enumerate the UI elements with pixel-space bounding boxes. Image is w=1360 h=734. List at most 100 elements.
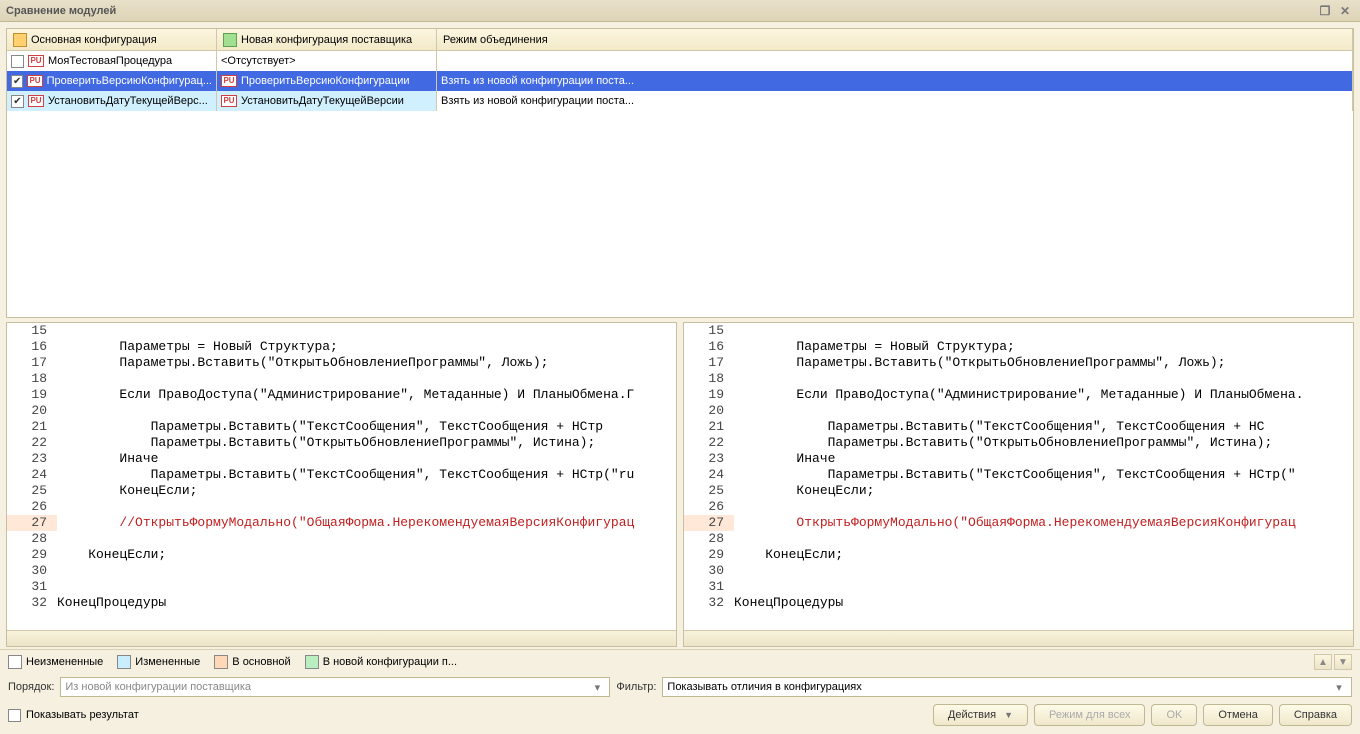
table-header: Основная конфигурация Новая конфигурация… [7, 29, 1353, 51]
next-diff-button[interactable]: ▼ [1334, 654, 1352, 670]
swatch-unchanged [8, 655, 22, 669]
line-number: 22 [684, 435, 734, 451]
editors-panel: 1516 Параметры = Новый Структура;17 Пара… [6, 322, 1354, 647]
merge-mode: Взять из новой конфигурации поста... [441, 75, 634, 87]
scrollbar-horizontal[interactable] [7, 630, 676, 646]
code-line[interactable]: 18 [7, 371, 676, 387]
code-left[interactable]: 1516 Параметры = Новый Структура;17 Пара… [7, 323, 676, 630]
swatch-main [214, 655, 228, 669]
line-number: 26 [684, 499, 734, 515]
code-line[interactable]: 17 Параметры.Вставить("ОткрытьОбновление… [7, 355, 676, 371]
line-number: 15 [7, 323, 57, 339]
order-combo[interactable]: Из новой конфигурации поставщика ▾ [60, 677, 610, 697]
line-number: 15 [684, 323, 734, 339]
code-line[interactable]: 22 Параметры.Вставить("ОткрытьОбновление… [684, 435, 1353, 451]
code-line[interactable]: 25 КонецЕсли; [684, 483, 1353, 499]
proc-name-new: ПроверитьВерсиюКонфигурации [241, 75, 410, 87]
table-body[interactable]: МояТестоваяПроцедура <Отсутствует> Провер… [7, 51, 1353, 317]
code-line[interactable]: 27 //ОткрытьФормуМодально("ОбщаяФорма.Не… [7, 515, 676, 531]
code-line[interactable]: 22 Параметры.Вставить("ОткрытьОбновление… [7, 435, 676, 451]
line-number: 30 [684, 563, 734, 579]
code-line[interactable]: 29 КонецЕсли; [684, 547, 1353, 563]
show-result-checkbox[interactable]: Показывать результат [8, 709, 139, 722]
procedure-icon [221, 75, 237, 87]
legend-unchanged: Неизмененные [8, 655, 103, 669]
line-number: 21 [684, 419, 734, 435]
code-line[interactable]: 19 Если ПравоДоступа("Администрирование"… [684, 387, 1353, 403]
chevron-down-icon: ▾ [1331, 681, 1347, 694]
proc-name-main: ПроверитьВерсиюКонфигурац... [47, 75, 212, 87]
code-line[interactable]: 21 Параметры.Вставить("ТекстСообщения", … [684, 419, 1353, 435]
code-line[interactable]: 31 [684, 579, 1353, 595]
code-line[interactable]: 15 [684, 323, 1353, 339]
swatch-changed [117, 655, 131, 669]
code-line[interactable]: 28 [7, 531, 676, 547]
header-col-new[interactable]: Новая конфигурация поставщика [217, 29, 437, 50]
code-line[interactable]: 28 [684, 531, 1353, 547]
config-new-icon [223, 33, 237, 47]
proc-name-main: МояТестоваяПроцедура [48, 55, 172, 67]
legend-in-new: В новой конфигурации п... [305, 655, 457, 669]
ok-button[interactable]: OK [1151, 704, 1197, 726]
code-line[interactable]: 24 Параметры.Вставить("ТекстСообщения", … [684, 467, 1353, 483]
actions-button[interactable]: Действия ▼ [933, 704, 1028, 726]
editor-right: 1516 Параметры = Новый Структура;17 Пара… [683, 322, 1354, 647]
checkbox-icon[interactable] [11, 95, 24, 108]
code-line[interactable]: 25 КонецЕсли; [7, 483, 676, 499]
code-line[interactable]: 16 Параметры = Новый Структура; [684, 339, 1353, 355]
code-line[interactable]: 24 Параметры.Вставить("ТекстСообщения", … [7, 467, 676, 483]
line-number: 19 [684, 387, 734, 403]
close-icon[interactable]: ✕ [1336, 3, 1354, 19]
checkbox-icon[interactable] [11, 75, 23, 88]
mode-for-all-button[interactable]: Режим для всех [1034, 704, 1145, 726]
prev-diff-button[interactable]: ▲ [1314, 654, 1332, 670]
checkbox-icon [8, 709, 21, 722]
line-number: 20 [7, 403, 57, 419]
proc-name-new: УстановитьДатуТекущейВерсии [241, 95, 404, 107]
code-line[interactable]: 17 Параметры.Вставить("ОткрытьОбновление… [684, 355, 1353, 371]
help-button[interactable]: Справка [1279, 704, 1352, 726]
code-line[interactable]: 27 ОткрытьФормуМодально("ОбщаяФорма.Нере… [684, 515, 1353, 531]
filter-combo[interactable]: Показывать отличия в конфигурациях ▾ [662, 677, 1352, 697]
line-number: 29 [684, 547, 734, 563]
code-line[interactable]: 29 КонецЕсли; [7, 547, 676, 563]
config-main-icon [13, 33, 27, 47]
maximize-icon[interactable]: ❐ [1316, 3, 1334, 19]
line-number: 31 [7, 579, 57, 595]
code-line[interactable]: 21 Параметры.Вставить("ТекстСообщения", … [7, 419, 676, 435]
chevron-down-icon: ▾ [589, 681, 605, 694]
cancel-button[interactable]: Отмена [1203, 704, 1272, 726]
proc-name-main: УстановитьДатуТекущейВерс... [48, 95, 208, 107]
code-right[interactable]: 1516 Параметры = Новый Структура;17 Пара… [684, 323, 1353, 630]
procedure-icon [28, 95, 44, 107]
line-number: 21 [7, 419, 57, 435]
code-line[interactable]: 15 [7, 323, 676, 339]
scrollbar-horizontal[interactable] [684, 630, 1353, 646]
legend-bar: Неизмененные Измененные В основной В нов… [0, 649, 1360, 674]
merge-mode: Взять из новой конфигурации поста... [441, 95, 634, 107]
window-title: Сравнение модулей [6, 5, 116, 17]
code-line[interactable]: 32КонецПроцедуры [684, 595, 1353, 611]
header-col-main[interactable]: Основная конфигурация [7, 29, 217, 50]
code-line[interactable]: 18 [684, 371, 1353, 387]
code-line[interactable]: 26 [684, 499, 1353, 515]
code-line[interactable]: 31 [7, 579, 676, 595]
header-col-mode[interactable]: Режим объединения [437, 29, 1353, 50]
code-line[interactable]: 19 Если ПравоДоступа("Администрирование"… [7, 387, 676, 403]
code-line[interactable]: 20 [684, 403, 1353, 419]
code-line[interactable]: 32КонецПроцедуры [7, 595, 676, 611]
code-line[interactable]: 20 [7, 403, 676, 419]
code-line[interactable]: 23 Иначе [684, 451, 1353, 467]
code-line[interactable]: 26 [7, 499, 676, 515]
code-line[interactable]: 23 Иначе [7, 451, 676, 467]
proc-name-new: <Отсутствует> [221, 55, 296, 67]
code-line[interactable]: 16 Параметры = Новый Структура; [7, 339, 676, 355]
code-line[interactable]: 30 [7, 563, 676, 579]
table-row[interactable]: ПроверитьВерсиюКонфигурац... ПроверитьВе… [7, 71, 1353, 91]
code-line[interactable]: 30 [684, 563, 1353, 579]
table-row[interactable]: УстановитьДатуТекущейВерс... УстановитьД… [7, 91, 1353, 111]
table-row[interactable]: МояТестоваяПроцедура <Отсутствует> [7, 51, 1353, 71]
checkbox-icon[interactable] [11, 55, 24, 68]
legend-changed: Измененные [117, 655, 200, 669]
line-number: 31 [684, 579, 734, 595]
